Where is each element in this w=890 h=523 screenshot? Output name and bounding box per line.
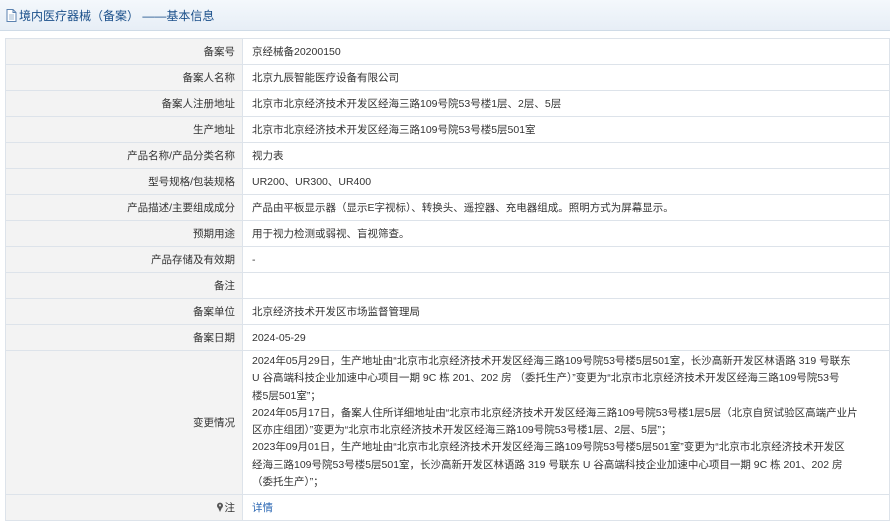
field-label: 预期用途	[5, 220, 243, 247]
row-note: 注 详情	[5, 494, 890, 522]
field-label: 备案单位	[5, 298, 243, 325]
row-storage-validity: 产品存储及有效期 -	[5, 246, 890, 273]
page-header: 境内医疗器械（备案） ——基本信息	[0, 0, 890, 31]
change-line: 经海三路109号院53号楼5层501室，长沙高新开发区林语路 319 号联东 U…	[252, 458, 843, 471]
change-line: 2024年05月17日，备案人住所详细地址由“北京市北京经济技术开发区经海三路1…	[252, 406, 858, 419]
field-value: 北京九辰智能医疗设备有限公司	[242, 64, 890, 91]
field-value: 北京市北京经济技术开发区经海三路109号院53号楼5层501室	[242, 116, 890, 143]
details-link[interactable]: 详情	[252, 502, 273, 514]
field-value: 产品由平板显示器（显示E字视标）、转换头、遥控器、充电器组成。照明方式为屏幕显示…	[242, 194, 890, 221]
field-label: 备案人名称	[5, 64, 243, 91]
row-product-name: 产品名称/产品分类名称 视力表	[5, 142, 890, 169]
row-intended-use: 预期用途 用于视力检测或弱视、盲视筛查。	[5, 220, 890, 247]
field-label: 备注	[5, 272, 243, 299]
row-filer-address: 备案人注册地址 北京市北京经济技术开发区经海三路109号院53号楼1层、2层、5…	[5, 90, 890, 117]
row-filing-unit: 备案单位 北京经济技术开发区市场监督管理局	[5, 298, 890, 325]
field-label: 产品名称/产品分类名称	[5, 142, 243, 169]
field-value: 北京经济技术开发区市场监督管理局	[242, 298, 890, 325]
field-label: 注	[5, 494, 243, 522]
field-value	[242, 272, 890, 299]
row-filer-name: 备案人名称 北京九辰智能医疗设备有限公司	[5, 64, 890, 91]
field-label: 产品存储及有效期	[5, 246, 243, 273]
row-filing-date: 备案日期 2024-05-29	[5, 324, 890, 351]
field-value: UR200、UR300、UR400	[242, 168, 890, 195]
row-change-history: 变更情况 2024年05月29日，生产地址由“北京市北京经济技术开发区经海三路1…	[5, 349, 890, 496]
row-production-address: 生产地址 北京市北京经济技术开发区经海三路109号院53号楼5层501室	[5, 116, 890, 143]
field-value: 2024-05-29	[242, 324, 890, 351]
field-label: 备案人注册地址	[5, 90, 243, 117]
row-remarks: 备注	[5, 272, 890, 299]
detail-table: 备案号 京经械备20200150 备案人名称 北京九辰智能医疗设备有限公司 备案…	[5, 38, 890, 522]
field-value: 北京市北京经济技术开发区经海三路109号院53号楼1层、2层、5层	[242, 90, 890, 117]
row-filing-number: 备案号 京经械备20200150	[5, 38, 890, 65]
note-label: 注	[224, 501, 236, 514]
field-value: 详情	[242, 494, 890, 522]
row-description: 产品描述/主要组成成分 产品由平板显示器（显示E字视标）、转换头、遥控器、充电器…	[5, 194, 890, 221]
change-line: （委托生产）”；	[252, 476, 324, 489]
field-label: 备案号	[5, 38, 243, 65]
change-line: U 谷高端科技企业加速中心项目一期 9C 栋 201、202 房 （委托生产）”…	[252, 372, 840, 385]
field-label: 型号规格/包装规格	[5, 168, 243, 195]
field-value: -	[242, 246, 890, 273]
change-line: 区亦庄组团）”变更为“北京市北京经济技术开发区经海三路109号院53号楼1层、2…	[252, 424, 672, 437]
row-model-spec: 型号规格/包装规格 UR200、UR300、UR400	[5, 168, 890, 195]
document-icon	[6, 8, 17, 22]
field-value: 用于视力检测或弱视、盲视筛查。	[242, 220, 890, 247]
field-value: 京经械备20200150	[242, 38, 890, 65]
field-label: 生产地址	[5, 116, 243, 143]
change-line: 2023年09月01日，生产地址由“北京市北京经济技术开发区经海三路109号院5…	[252, 441, 845, 454]
change-line: 楼5层501室”；	[252, 389, 321, 402]
pin-icon	[216, 502, 223, 512]
field-label: 变更情况	[5, 349, 243, 496]
field-label: 备案日期	[5, 324, 243, 351]
page-title: 境内医疗器械（备案） ——基本信息	[19, 8, 215, 23]
change-line: 2024年05月29日，生产地址由“北京市北京经济技术开发区经海三路109号院5…	[252, 355, 851, 367]
field-value: 视力表	[242, 142, 890, 169]
field-label: 产品描述/主要组成成分	[5, 194, 243, 221]
change-history-value: 2024年05月29日，生产地址由“北京市北京经济技术开发区经海三路109号院5…	[242, 349, 890, 496]
